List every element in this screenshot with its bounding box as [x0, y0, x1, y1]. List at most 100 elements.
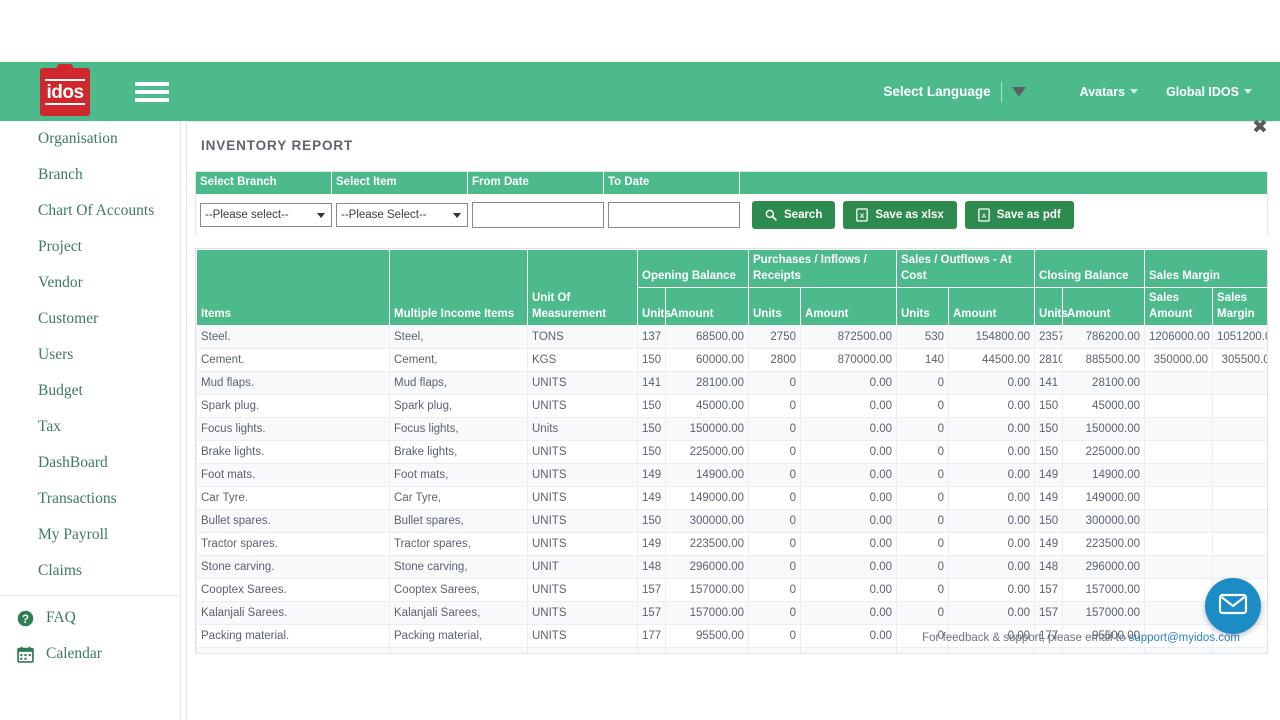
- table-sub-header: Units: [896, 287, 949, 327]
- table-row[interactable]: Mud flaps. Mud flaps, UNITS 141 28100.00 0 0.0…: [196, 371, 1267, 396]
- sidebar-item-vendor[interactable]: Vendor: [0, 265, 180, 301]
- sidebar-item-budget[interactable]: Budget: [0, 373, 180, 409]
- table-row[interactable]: Cement. Cement, KGS 150 60000.00 2800 870000.0…: [196, 348, 1267, 373]
- cell-item: Cooptex Sarees.: [196, 578, 390, 603]
- table-head: Items Multiple Income Items Unit Of Measur…: [196, 249, 1267, 327]
- nav-item-avatars[interactable]: Avatars: [1066, 85, 1152, 99]
- search-button[interactable]: Search: [752, 201, 836, 229]
- cell-sales_amount: [1144, 394, 1214, 419]
- sidebar-item-project[interactable]: Project: [0, 229, 180, 265]
- cell-sales_amount: 1206000.00: [1144, 325, 1214, 350]
- cell-pu_units: 0: [748, 555, 801, 580]
- cell-sales_margin: [1212, 417, 1267, 442]
- cell-ob_amount: 300000.00: [665, 509, 749, 534]
- select-language-label: Select Language: [883, 84, 991, 99]
- cell-ob_units: 150: [637, 509, 666, 534]
- table-row[interactable]: Spark plug. Spark plug, UNITS 150 45000.00 0 0…: [196, 394, 1267, 419]
- cell-sales_margin: [1212, 555, 1267, 580]
- cell-cb_amount: 45000.00: [1062, 394, 1146, 419]
- brand-logo[interactable]: idos: [0, 62, 130, 121]
- save-as-pdf-button[interactable]: A Save as pdf: [964, 201, 1074, 229]
- table-row[interactable]: Kalanjali Sarees. Kalanjali Sarees, UNITS 1…: [196, 601, 1267, 626]
- cell-cb_units: 149: [1034, 486, 1064, 511]
- cell-so_amount: 0.00: [947, 555, 1036, 580]
- select-branch-value: --Please select--: [205, 209, 289, 221]
- sidebar-item-tax[interactable]: Tax: [0, 409, 180, 445]
- sidebar-item-calendar[interactable]: Calendar: [0, 636, 180, 672]
- cell-sales_margin: [1212, 463, 1267, 488]
- cell-sales_margin: [1212, 486, 1267, 511]
- cell-ob_units: 157: [637, 601, 666, 626]
- table-sub-header: Sales Margin: [1212, 287, 1267, 327]
- inventory-table-scroll[interactable]: Items Multiple Income Items Unit Of Measur…: [195, 248, 1268, 654]
- sidebar-item-label: Users: [38, 346, 74, 363]
- cell-sales_amount: 350000.00: [1144, 348, 1214, 373]
- chevron-down-icon: [453, 213, 461, 218]
- select-branch-dropdown[interactable]: --Please select--: [200, 203, 332, 227]
- cell-ob_units: 157: [637, 578, 666, 603]
- cell-item: Stone carving.: [196, 555, 390, 580]
- header-right-nav: Select Language Avatars Global IDOS: [883, 62, 1280, 121]
- table-row[interactable]: Cooptex Sarees. Cooptex Sarees, UNITS 157 15…: [196, 578, 1267, 603]
- cell-pu_amount: 0.00: [800, 509, 897, 534]
- language-chevron-down-icon[interactable]: [1011, 86, 1026, 97]
- cell-so_amount: 154800.00: [947, 325, 1036, 350]
- hamburger-icon[interactable]: [135, 79, 169, 105]
- table-row[interactable]: Stone carving. Stone carving, UNIT 148 29600…: [196, 555, 1267, 580]
- table-row[interactable]: Bullet spares. Bullet spares, UNITS 150 3000…: [196, 509, 1267, 534]
- table-row[interactable]: Permanent Marker.Permanent Marker,units1…: [196, 647, 1267, 653]
- cell-multi: Car Tyre,: [389, 486, 528, 511]
- save-as-xlsx-button[interactable]: X Save as xlsx: [843, 201, 957, 229]
- cell-ob_units: 182: [637, 647, 666, 653]
- select-item-dropdown[interactable]: --Please Select--: [336, 203, 468, 227]
- from-date-input[interactable]: [472, 202, 604, 228]
- sidebar-item-claims[interactable]: Claims: [0, 553, 180, 589]
- sidebar-item-users[interactable]: Users: [0, 337, 180, 373]
- mail-fab-button[interactable]: [1205, 578, 1261, 634]
- sidebar-item-transactions[interactable]: Transactions: [0, 481, 180, 517]
- cell-multi: Mud flaps,: [389, 371, 528, 396]
- cell-cb_amount: 157000.00: [1062, 578, 1146, 603]
- logo-text: idos: [45, 79, 85, 105]
- sidebar-item-branch[interactable]: Branch: [0, 157, 180, 193]
- filter-header-row: Select Branch Select Item From Date To D…: [196, 172, 1267, 194]
- cell-cb_units: 149: [1034, 532, 1064, 557]
- cell-cb_amount: 14900.00: [1062, 463, 1146, 488]
- cell-uom: UNITS: [527, 371, 638, 396]
- table-row[interactable]: Foot mats. Foot mats, UNITS 149 14900.00 0 0.0…: [196, 463, 1267, 488]
- to-date-input[interactable]: [608, 202, 740, 228]
- nav-item-global-idos[interactable]: Global IDOS: [1152, 85, 1266, 99]
- filter-controls-row: --Please select-- --Please Select-- Sear…: [196, 194, 1267, 236]
- cell-cb_amount: 475200.00: [1062, 647, 1146, 653]
- table-row[interactable]: Tractor spares. Tractor spares, UNITS 149 22…: [196, 532, 1267, 557]
- cell-item: Foot mats.: [196, 463, 390, 488]
- sidebar-item-dashboard[interactable]: DashBoard: [0, 445, 180, 481]
- cell-item: Spark plug.: [196, 394, 390, 419]
- table-row[interactable]: Focus lights. Focus lights, Units 150 150000…: [196, 417, 1267, 442]
- cell-so_amount: 0.00: [947, 647, 1036, 653]
- cell-ob_amount: 150000.00: [665, 417, 749, 442]
- sidebar-item-label: Organisation: [38, 130, 118, 147]
- cell-so_units: 0: [896, 555, 949, 580]
- table-row[interactable]: Car Tyre. Car Tyre, UNITS 149 149000.00 0 0.00…: [196, 486, 1267, 511]
- cell-item: Tractor spares.: [196, 532, 390, 557]
- support-email-link[interactable]: support@myidos.com: [1129, 632, 1240, 644]
- sidebar-item-my-payroll[interactable]: My Payroll: [0, 517, 180, 553]
- table-group-header-row: Items Multiple Income Items Unit Of Measur…: [196, 249, 1267, 327]
- table-row[interactable]: Brake lights. Brake lights, UNITS 150 225000…: [196, 440, 1267, 465]
- table-row[interactable]: Steel. Steel, TONS 137 68500.00 2750 872500.00…: [196, 325, 1267, 350]
- close-icon[interactable]: ✖: [1248, 115, 1272, 139]
- cell-item: Brake lights.: [196, 440, 390, 465]
- cell-ob_units: 150: [637, 394, 666, 419]
- sidebar-item-organisation[interactable]: Organisation: [0, 121, 180, 157]
- cell-pu_amount: 0.00: [800, 463, 897, 488]
- sidebar-item-chart-of-accounts[interactable]: Chart Of Accounts: [0, 193, 180, 229]
- sidebar-item-customer[interactable]: Customer: [0, 301, 180, 337]
- cell-so_amount: 0.00: [947, 601, 1036, 626]
- table-group-header: Sales / Outflows - At Cost: [895, 249, 1036, 289]
- table-group-header: Opening Balance: [637, 249, 749, 289]
- cell-cb_amount: 296000.00: [1062, 555, 1146, 580]
- sidebar-item-faq[interactable]: ? FAQ: [0, 600, 180, 636]
- cell-sales_amount: [1144, 647, 1214, 653]
- cell-item: Bullet spares.: [196, 509, 390, 534]
